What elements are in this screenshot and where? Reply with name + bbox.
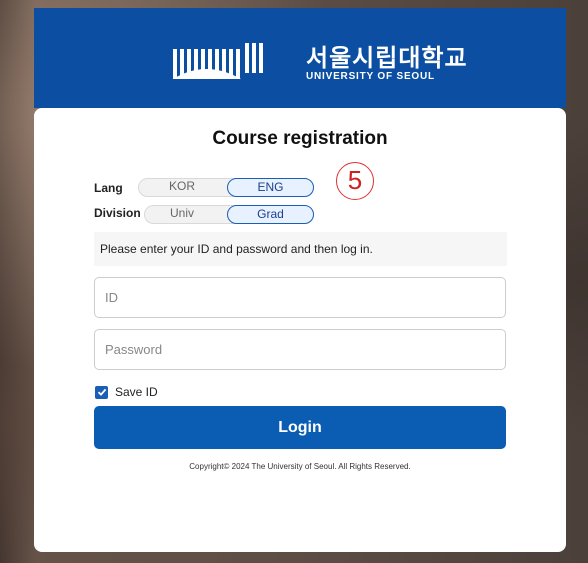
division-option-univ[interactable]: Univ <box>157 205 207 224</box>
id-input[interactable] <box>94 277 506 318</box>
division-label: Division <box>94 206 141 220</box>
password-input[interactable] <box>94 329 506 370</box>
division-option-grad[interactable]: Grad <box>227 205 314 224</box>
login-instruction: Please enter your ID and password and th… <box>94 232 507 266</box>
lang-label: Lang <box>94 181 123 195</box>
header-banner: 서울시립대학교 UNIVERSITY OF SEOUL <box>34 8 566 108</box>
lang-toggle: KOR ENG <box>138 178 314 197</box>
page-title: Course registration <box>212 128 388 149</box>
logo-korean-text: 서울시립대학교 <box>306 44 468 72</box>
logo-english-text: UNIVERSITY OF SEOUL <box>306 71 435 82</box>
checkmark-icon <box>97 388 106 396</box>
lang-option-eng[interactable]: ENG <box>227 178 314 197</box>
login-card: Course registration Lang KOR ENG Divisio… <box>34 108 566 552</box>
copyright-text: Copyright© 2024 The University of Seoul.… <box>189 462 411 471</box>
lang-option-kor[interactable]: KOR <box>157 178 207 197</box>
login-button[interactable]: Login <box>94 406 506 449</box>
save-id-label: Save ID <box>115 385 158 399</box>
save-id-row[interactable]: Save ID <box>95 385 158 399</box>
save-id-checkbox[interactable] <box>95 385 108 399</box>
uos-emblem-icon <box>173 43 263 79</box>
division-toggle: Univ Grad <box>144 205 314 224</box>
step-marker: 5 <box>336 162 374 200</box>
